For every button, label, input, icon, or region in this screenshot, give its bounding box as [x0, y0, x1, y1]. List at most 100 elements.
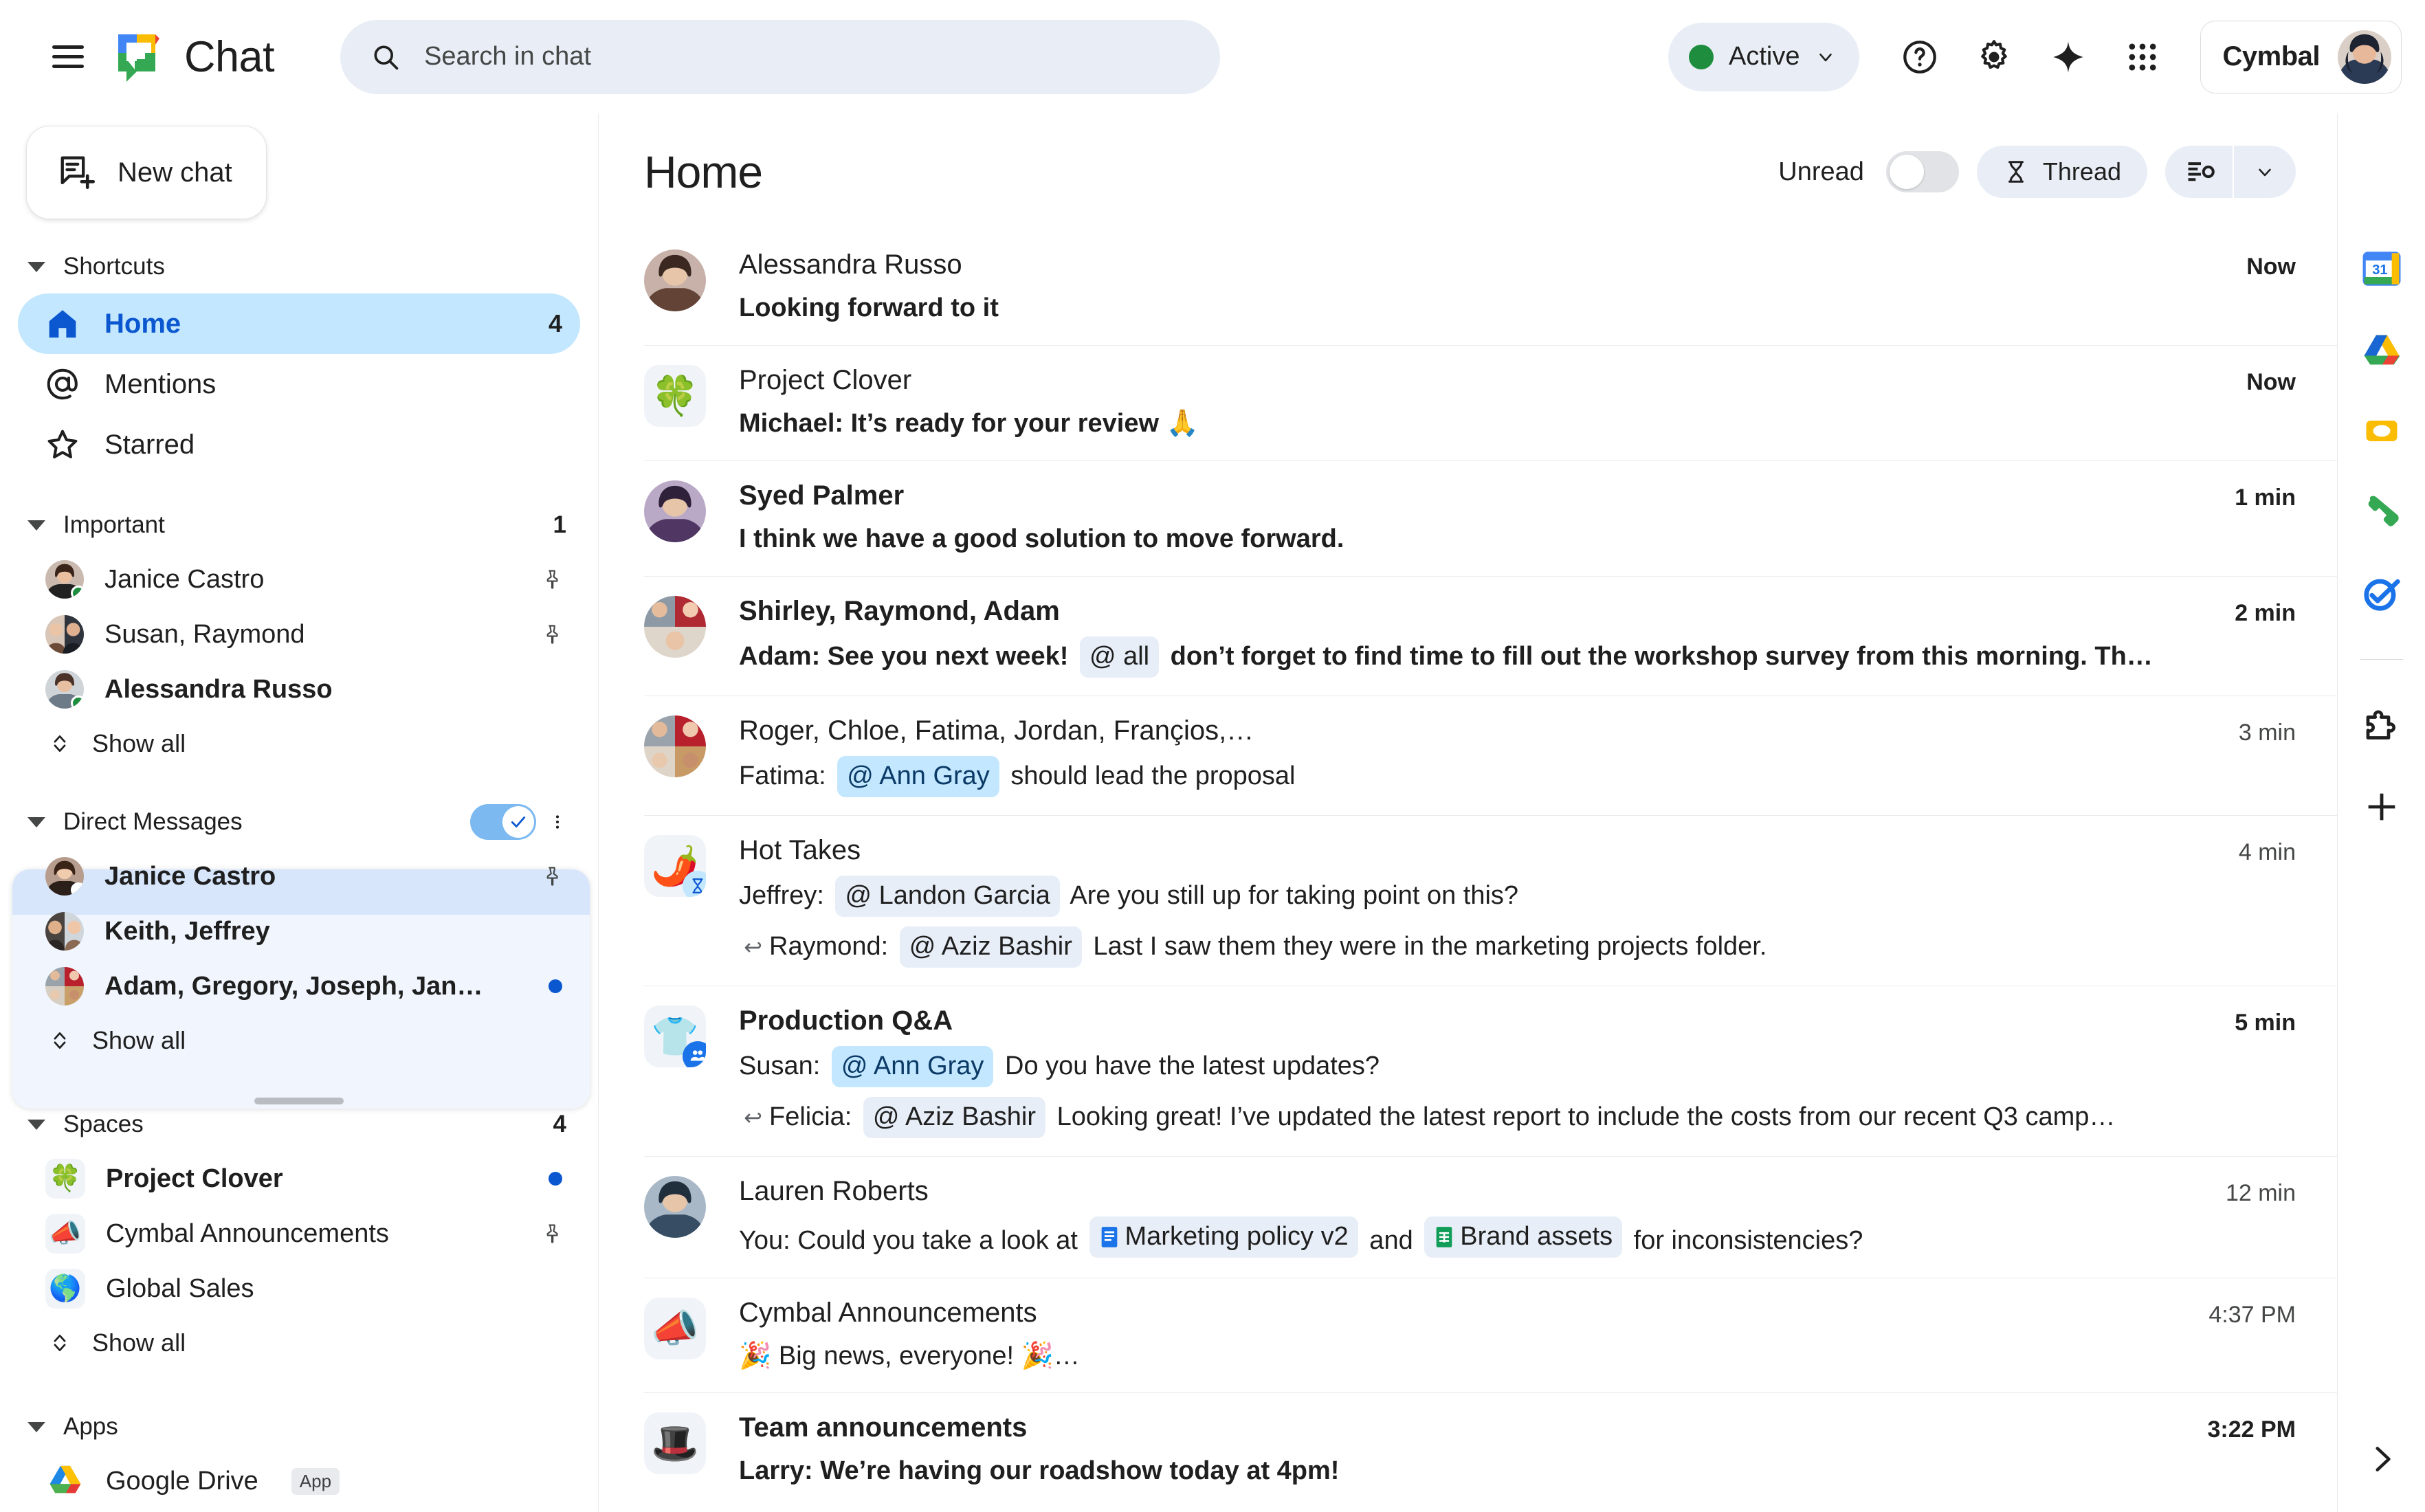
sidebar-item-label: Starred: [104, 429, 195, 460]
mention-chip[interactable]: @ Ann Gray: [837, 755, 999, 797]
help-button[interactable]: [1885, 23, 1954, 91]
mention-chip[interactable]: @ Landon Garcia: [835, 875, 1060, 917]
conversation-row[interactable]: 👕 Production Q&A Susan: @ Ann Gray Do yo…: [644, 986, 2337, 1157]
google-tasks-icon[interactable]: [2357, 568, 2406, 618]
conversation-timestamp: Now: [2246, 254, 2296, 280]
sparkle-icon: [2052, 41, 2083, 73]
section-header-important[interactable]: Important 1: [0, 498, 598, 552]
list-item[interactable]: 🍀 Project Clover: [18, 1151, 580, 1206]
conversation-row[interactable]: 🌶️ Hot Takes Jeffrey: @ Landon Garcia Ar…: [644, 816, 2337, 986]
people-badge-icon: [683, 1041, 706, 1067]
status-dot-icon: [1689, 44, 1714, 69]
account-chip[interactable]: Cymbal: [2200, 20, 2402, 93]
section-header-direct-messages[interactable]: Direct Messages: [0, 795, 598, 849]
conversation-row[interactable]: Lauren Roberts You: Could you take a loo…: [644, 1157, 2337, 1278]
conversation-row[interactable]: 🎩 Team announcements Larry: We’re having…: [644, 1393, 2337, 1508]
list-item[interactable]: 📣 Cymbal Announcements: [18, 1206, 580, 1261]
avatar: [45, 967, 84, 1005]
mention-chip[interactable]: @ all: [1079, 636, 1160, 678]
puzzle-piece-icon[interactable]: [2357, 701, 2406, 751]
status-label: Active: [1729, 42, 1800, 71]
conversation-snippet: Jeffrey: @ Landon Garcia Are you still u…: [739, 875, 2154, 917]
list-item[interactable]: Adam, Gregory, Joseph, Jani…: [18, 959, 580, 1014]
section-header-shortcuts[interactable]: Shortcuts: [0, 240, 598, 293]
list-item[interactable]: Susan, Raymond: [18, 607, 580, 662]
sidebar-item-home[interactable]: Home 4: [18, 293, 580, 354]
settings-button[interactable]: [1960, 23, 2028, 91]
show-all-direct-messages[interactable]: Show all: [18, 1014, 580, 1067]
show-all-important[interactable]: Show all: [18, 717, 580, 770]
home-unread-count: 4: [548, 309, 562, 337]
google-voice-icon[interactable]: [2357, 487, 2406, 537]
google-apps-button[interactable]: [2108, 23, 2177, 91]
expand-panel-button[interactable]: [2338, 1442, 2425, 1476]
google-calendar-icon[interactable]: 31: [2357, 244, 2406, 293]
new-chat-button[interactable]: New chat: [26, 126, 267, 219]
list-item-trailing: [542, 623, 562, 646]
clover-emoji-icon: 🍀: [45, 1159, 85, 1199]
status-selector[interactable]: Active: [1668, 22, 1859, 91]
plus-icon[interactable]: [2357, 782, 2406, 832]
conversation-title: Roger, Chloe, Fatima, Jordan, Françios,…: [739, 715, 1254, 746]
show-all-spaces[interactable]: Show all: [18, 1316, 580, 1370]
hamburger-menu-icon[interactable]: [38, 27, 98, 87]
chevron-down-icon[interactable]: [2234, 146, 2296, 198]
conversation-title: Project Clover: [739, 364, 912, 395]
google-keep-icon[interactable]: [2357, 406, 2406, 456]
list-item[interactable]: Janice Castro: [18, 849, 580, 904]
chevron-down-icon: [1819, 53, 1832, 61]
conversation-row[interactable]: 📣 Cymbal Announcements 🎉 Big news, every…: [644, 1278, 2337, 1394]
list-item-label: Janice Castro: [104, 564, 265, 594]
google-chat-app: Chat Search in chat Active Cymbal New ch…: [0, 0, 2425, 1512]
sidebar-item-starred[interactable]: Starred: [18, 414, 580, 475]
conversation-timestamp: Now: [2246, 368, 2296, 395]
unread-filter-toggle[interactable]: [1885, 151, 1959, 192]
list-item[interactable]: Janice Castro: [18, 552, 580, 607]
section-title: Important: [63, 511, 165, 538]
list-item[interactable]: 🌎 Global Sales: [18, 1261, 580, 1316]
google-sheets-icon: [1436, 1226, 1452, 1247]
sort-list-icon[interactable]: [2165, 146, 2233, 198]
presence-indicator: [71, 882, 84, 896]
section-header-spaces[interactable]: Spaces 4: [0, 1098, 598, 1151]
account-name: Cymbal: [2222, 41, 2321, 71]
chevron-right-icon: [2376, 1447, 2391, 1471]
conversation-list[interactable]: Alessandra Russo Looking forward to it N…: [599, 230, 2337, 1512]
hourglass-icon: [2008, 161, 2024, 183]
thread-filter-button[interactable]: Thread: [1976, 146, 2147, 198]
chevron-down-icon: [27, 261, 45, 272]
sort-options-button[interactable]: [2165, 146, 2296, 198]
conversation-title: Alessandra Russo: [739, 249, 962, 280]
list-item[interactable]: Google Drive App: [18, 1454, 580, 1509]
list-item[interactable]: Keith, Jeffrey: [18, 904, 580, 959]
mention-chip[interactable]: @ Aziz Bashir: [899, 926, 1082, 968]
unread-dot-icon: [549, 1172, 562, 1186]
section-header-apps[interactable]: Apps: [0, 1400, 598, 1454]
section-count: 1: [553, 511, 566, 538]
spreadsheet-chip[interactable]: Brand assets: [1424, 1216, 1623, 1258]
side-panel-rail: 31: [2337, 113, 2425, 1512]
conversation-row[interactable]: Syed Palmer I think we have a good solut…: [644, 461, 2337, 577]
conversation-row[interactable]: Shirley, Raymond, Adam Adam: See you nex…: [644, 577, 2337, 696]
conversation-row[interactable]: Alessandra Russo Looking forward to it N…: [644, 230, 2337, 346]
gemini-button[interactable]: [2034, 23, 2103, 91]
conversation-row[interactable]: 🍀 Project Clover Michael: It’s ready for…: [644, 346, 2337, 461]
mention-chip[interactable]: @ Ann Gray: [831, 1045, 994, 1087]
main-panel: Home Unread Thread Alessandra Russo Look…: [598, 113, 2337, 1512]
sidebar-item-mentions[interactable]: Mentions: [18, 354, 580, 414]
google-drive-icon[interactable]: [2357, 325, 2406, 375]
search-input[interactable]: Search in chat: [340, 19, 1221, 94]
conversation-title: Syed Palmer: [739, 480, 905, 511]
section-title: Shortcuts: [63, 253, 165, 280]
direct-messages-toggle[interactable]: [470, 804, 536, 840]
list-item[interactable]: Alessandra Russo: [18, 662, 580, 717]
conversation-snippet: Larry: We’re having our roadshow today a…: [739, 1456, 1340, 1486]
mention-chip[interactable]: @ Aziz Bashir: [863, 1096, 1046, 1138]
list-item[interactable]: Dialpad App: [18, 1509, 580, 1512]
list-item-trailing: [542, 1222, 562, 1245]
conversation-row[interactable]: Roger, Chloe, Fatima, Jordan, Françios,……: [644, 696, 2337, 816]
more-vertical-icon[interactable]: [549, 807, 566, 837]
conversation-body: Alessandra Russo Looking forward to it: [739, 249, 2172, 327]
document-chip[interactable]: Marketing policy v2: [1089, 1216, 1358, 1258]
conversation-snippet: Fatima: @ Ann Gray should lead the propo…: [739, 755, 2154, 797]
